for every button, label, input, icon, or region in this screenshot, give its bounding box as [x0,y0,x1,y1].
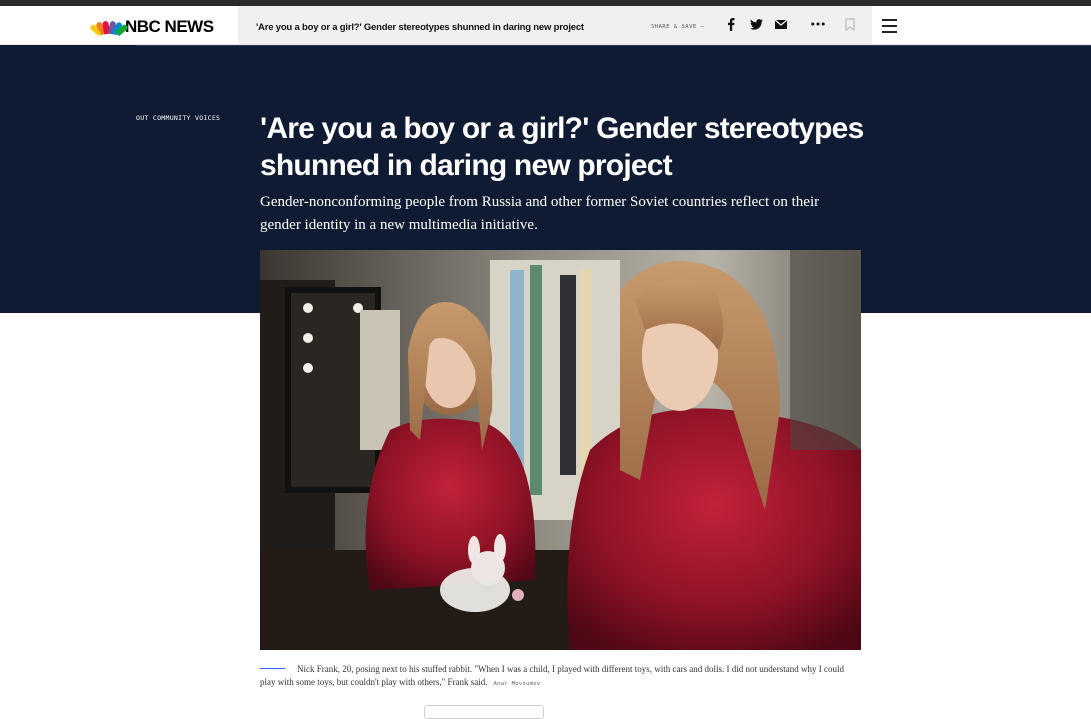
more-icon[interactable] [811,17,825,31]
sticky-headline: 'Are you a boy or a girl?' Gender stereo… [256,22,584,33]
caption-text: Nick Frank, 20, posing next to his stuff… [260,664,844,687]
email-icon[interactable] [774,17,788,31]
sticky-headline-bar: 'Are you a boy or a girl?' Gender stereo… [238,6,872,44]
article-title: 'Are you a boy or a girl?' Gender stereo… [260,112,864,182]
hero-divider [136,45,1091,46]
photo-caption: Nick Frank, 20, posing next to his stuff… [260,663,860,690]
photo-credit: Anar Movsumov [493,680,541,687]
nbc-news-logo[interactable]: NBC NEWS [89,17,214,37]
article-photo [260,250,861,650]
menu-icon[interactable] [882,19,897,33]
peacock-icon [89,20,129,37]
site-header: NBC NEWS 'Are you a boy or a girl?' Gend… [0,6,1091,45]
facebook-icon[interactable] [724,17,738,31]
logo-text: NBC NEWS [125,17,214,36]
twitter-icon[interactable] [749,17,763,31]
share-and-save-label: SHARE & SAVE — [651,24,705,30]
section-label[interactable]: OUT COMMUNITY VOICES [136,114,220,122]
article-dek: Gender-nonconforming people from Russia … [260,194,820,233]
bookmark-icon[interactable] [843,17,857,31]
partial-button[interactable] [424,705,544,719]
